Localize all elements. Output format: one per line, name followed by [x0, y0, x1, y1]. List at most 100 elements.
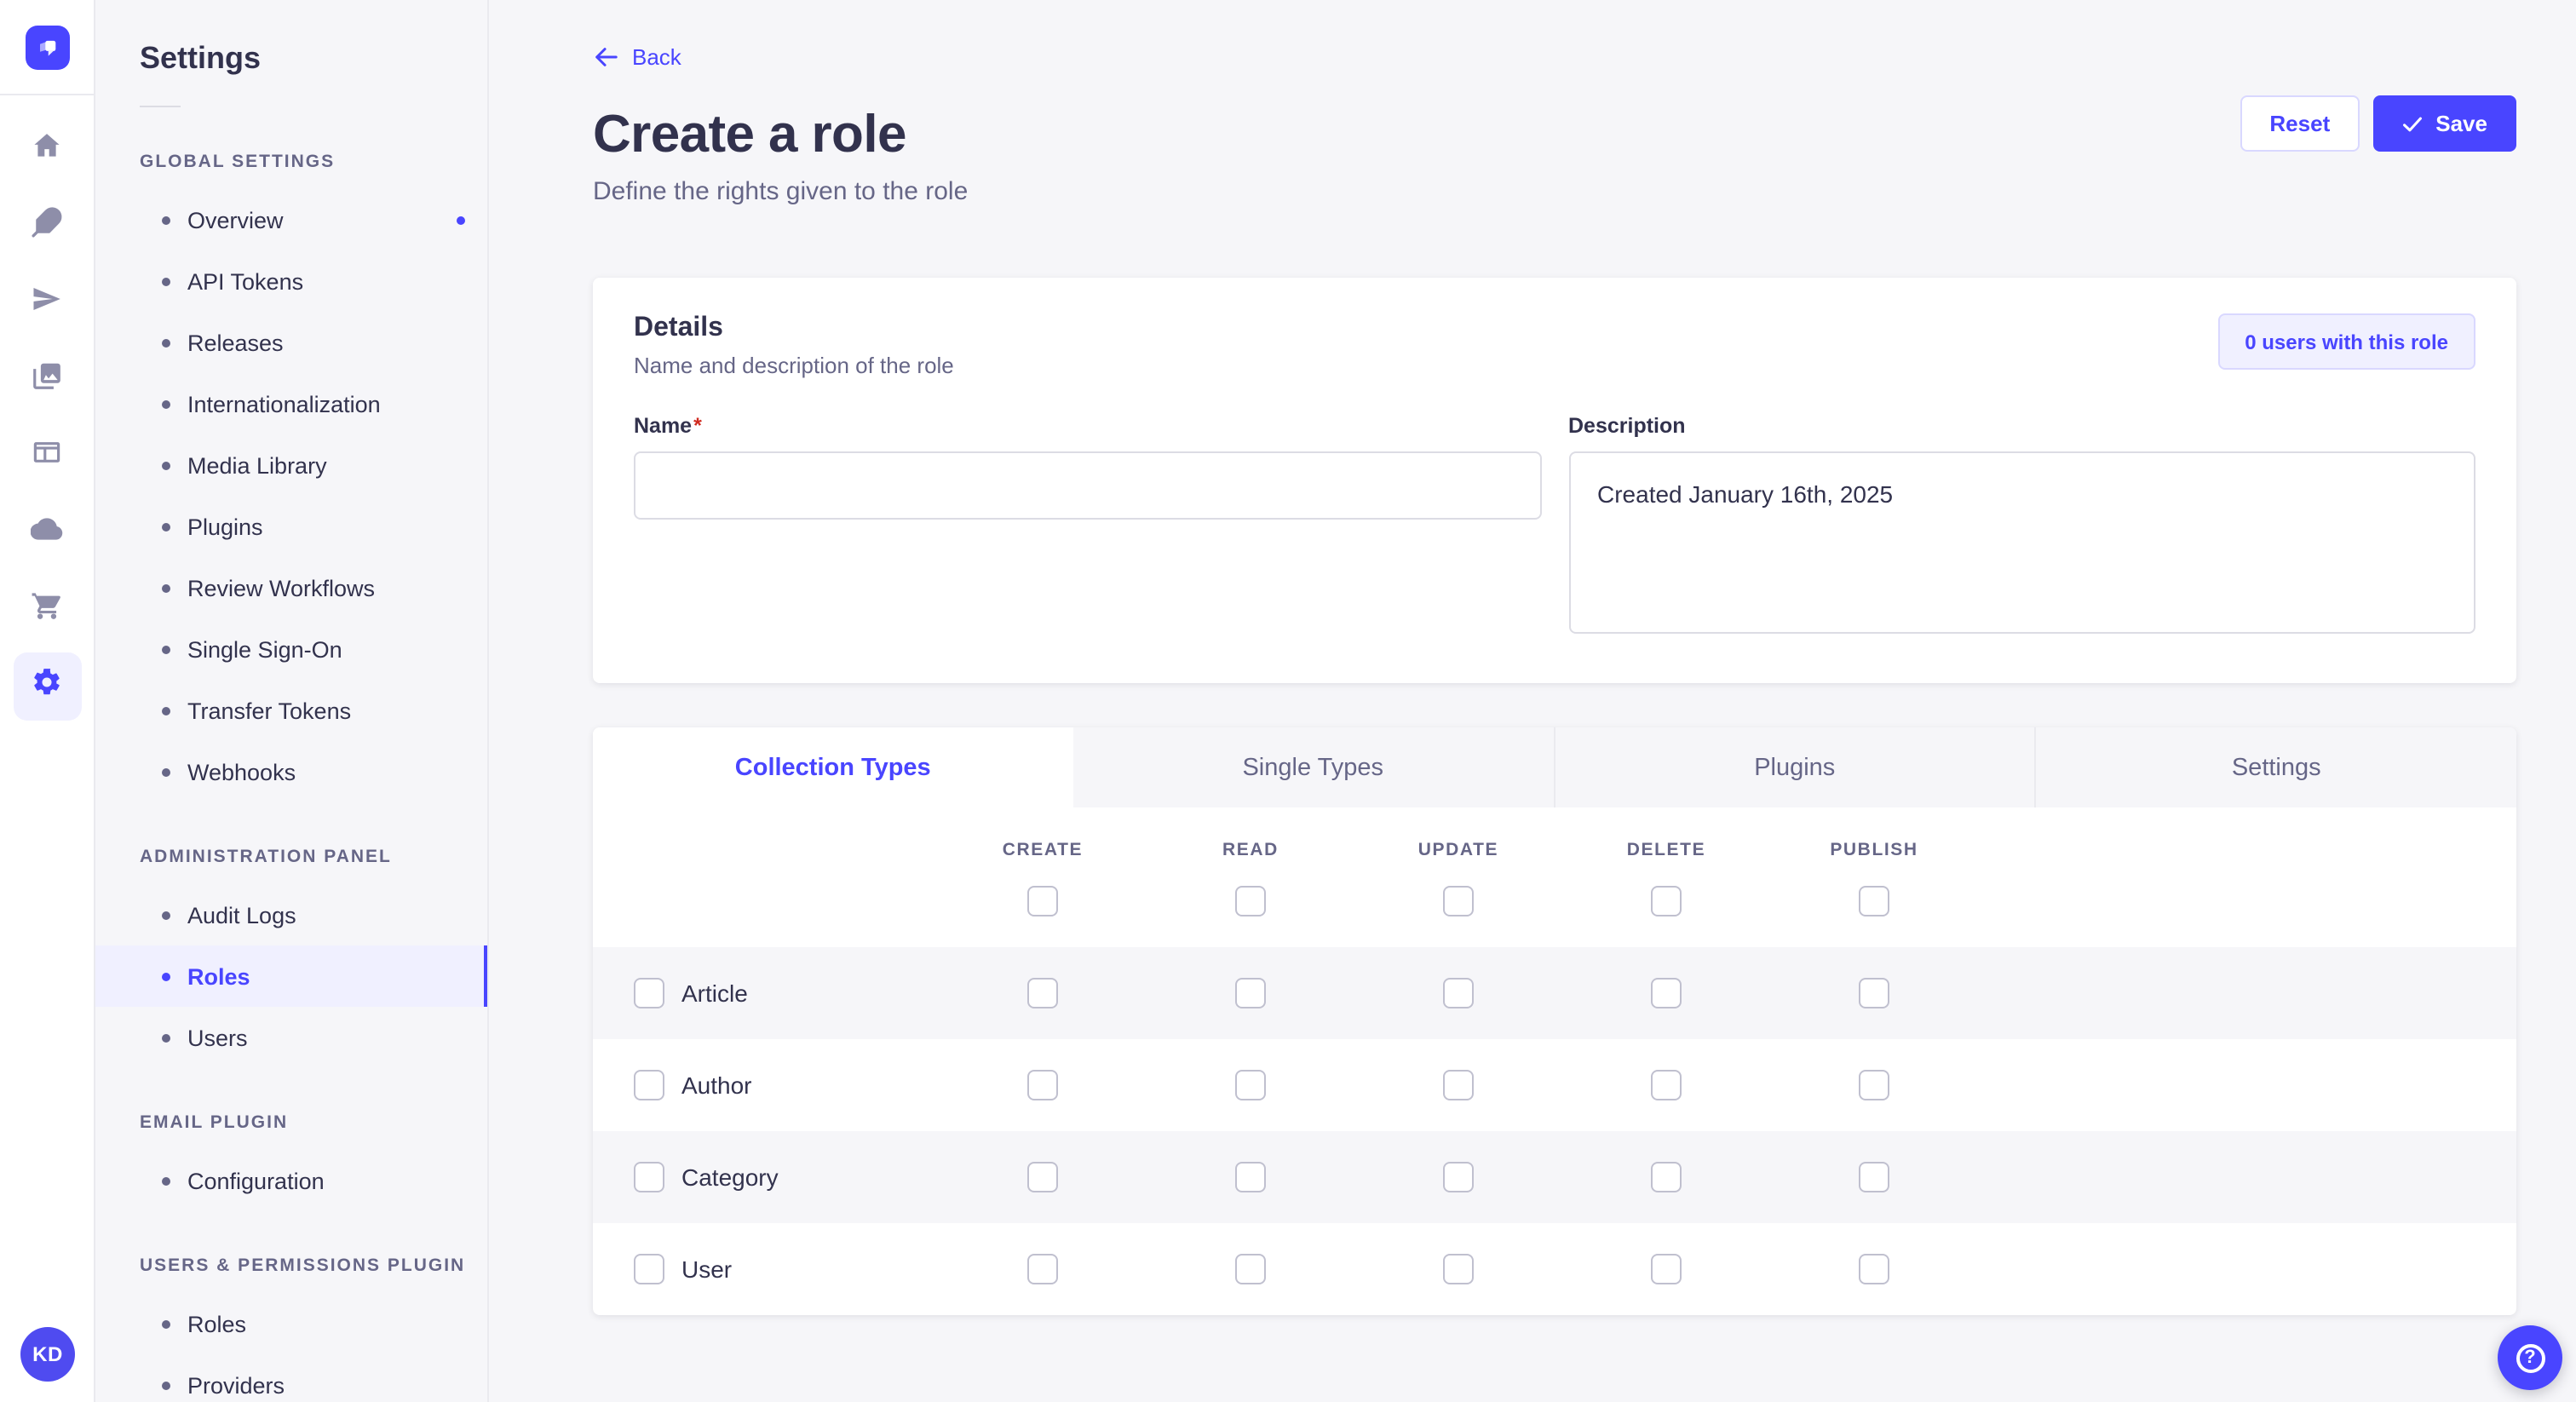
checkbox-select-all-publish[interactable]	[1859, 886, 1889, 916]
tab-collection-types[interactable]: Collection Types	[593, 727, 1073, 807]
checkbox-select-all-delete[interactable]	[1651, 886, 1682, 916]
checkbox-category-update[interactable]	[1443, 1162, 1474, 1192]
sidebar-item-api-tokens[interactable]: API Tokens	[95, 250, 487, 312]
checkbox-user-create[interactable]	[1027, 1254, 1058, 1284]
section-label: GLOBAL SETTINGS	[140, 152, 487, 172]
checkbox-author-update[interactable]	[1443, 1070, 1474, 1100]
checkbox-author-publish[interactable]	[1859, 1070, 1889, 1100]
rail-home-button[interactable]	[13, 116, 81, 184]
bullet-icon	[162, 338, 170, 347]
checkbox-select-category[interactable]	[634, 1162, 664, 1192]
sidebar-item-roles[interactable]: Roles	[95, 1293, 487, 1354]
users-with-role-badge[interactable]: 0 users with this role	[2217, 313, 2475, 370]
sidebar-item-users[interactable]: Users	[95, 1007, 487, 1068]
permissions-tablist: Collection TypesSingle TypesPluginsSetti…	[593, 727, 2516, 807]
checkbox-article-delete[interactable]	[1651, 978, 1682, 1008]
checkbox-select-all-create[interactable]	[1027, 886, 1058, 916]
name-input[interactable]	[634, 451, 1541, 520]
table-row-user: User	[593, 1223, 2516, 1315]
section-label: ADMINISTRATION PANEL	[140, 847, 487, 867]
row-label: User	[681, 1255, 732, 1283]
sidebar-item-releases[interactable]: Releases	[95, 312, 487, 373]
sidebar-item-configuration[interactable]: Configuration	[95, 1150, 487, 1211]
rail-media-library-button[interactable]	[13, 346, 81, 414]
sidebar-item-single-sign-on[interactable]: Single Sign-On	[95, 618, 487, 680]
sidebar-item-review-workflows[interactable]: Review Workflows	[95, 557, 487, 618]
checkbox-article-publish[interactable]	[1859, 978, 1889, 1008]
sidebar-item-roles[interactable]: Roles	[95, 945, 487, 1007]
reset-button[interactable]: Reset	[2240, 95, 2359, 152]
sidebar-item-media-library[interactable]: Media Library	[95, 434, 487, 496]
media-library-icon	[31, 359, 63, 400]
description-textarea[interactable]: Created January 16th, 2025	[1568, 451, 2475, 634]
bullet-icon	[162, 399, 170, 408]
question-mark-icon: ?	[2516, 1343, 2544, 1372]
sidebar-item-providers[interactable]: Providers	[95, 1354, 487, 1402]
sidebar-item-overview[interactable]: Overview	[95, 189, 487, 250]
subnav-section-global-settings: GLOBAL SETTINGS Overview API Tokens Release…	[95, 152, 487, 802]
rail-layout-button[interactable]	[13, 422, 81, 491]
checkbox-author-delete[interactable]	[1651, 1070, 1682, 1100]
checkbox-user-update[interactable]	[1443, 1254, 1474, 1284]
bullet-icon	[162, 767, 170, 776]
checkbox-category-publish[interactable]	[1859, 1162, 1889, 1192]
help-button[interactable]: ?	[2498, 1325, 2562, 1390]
subnav-section-users-permissions-plugin: USERS & PERMISSIONS PLUGINRolesProviders	[95, 1255, 487, 1402]
sidebar-item-label: Transfer Tokens	[187, 698, 351, 723]
checkbox-select-author[interactable]	[634, 1070, 664, 1100]
checkbox-select-user[interactable]	[634, 1254, 664, 1284]
back-link[interactable]: Back	[593, 44, 681, 70]
strapi-logo[interactable]	[25, 25, 69, 69]
bullet-icon	[162, 645, 170, 653]
sidebar-item-webhooks[interactable]: Webhooks	[95, 741, 487, 802]
save-button[interactable]: Save	[2372, 95, 2516, 152]
checkbox-select-all-update[interactable]	[1443, 886, 1474, 916]
column-header-create: CREATE	[1003, 840, 1083, 860]
checkbox-author-read[interactable]	[1235, 1070, 1266, 1100]
checkbox-user-read[interactable]	[1235, 1254, 1266, 1284]
sidebar-item-transfer-tokens[interactable]: Transfer Tokens	[95, 680, 487, 741]
sidebar-item-label: Configuration	[187, 1168, 325, 1193]
row-label: Article	[681, 980, 748, 1007]
column-header-update: UPDATE	[1418, 840, 1498, 860]
checkbox-article-create[interactable]	[1027, 978, 1058, 1008]
checkbox-category-delete[interactable]	[1651, 1162, 1682, 1192]
checkbox-author-create[interactable]	[1027, 1070, 1058, 1100]
bullet-icon	[162, 706, 170, 715]
checkbox-article-update[interactable]	[1443, 978, 1474, 1008]
tab-single-types[interactable]: Single Types	[1073, 727, 1554, 807]
checkbox-select-article[interactable]	[634, 978, 664, 1008]
sidebar-item-internationalization[interactable]: Internationalization	[95, 373, 487, 434]
bullet-icon	[162, 911, 170, 919]
checkbox-article-read[interactable]	[1235, 978, 1266, 1008]
sidebar-item-label: Roles	[187, 963, 250, 989]
checkbox-user-publish[interactable]	[1859, 1254, 1889, 1284]
bullet-icon	[162, 972, 170, 980]
checkbox-user-delete[interactable]	[1651, 1254, 1682, 1284]
sidebar-item-label: Overview	[187, 207, 284, 233]
sidebar-item-plugins[interactable]: Plugins	[95, 496, 487, 557]
checkbox-select-all-read[interactable]	[1235, 886, 1266, 916]
sidebar-item-label: Internationalization	[187, 391, 381, 417]
main-content: Back Create a role Define the rights giv…	[489, 0, 2576, 1402]
sidebar-item-label: API Tokens	[187, 268, 303, 294]
rail-feather-button[interactable]	[13, 192, 81, 261]
checkbox-category-create[interactable]	[1027, 1162, 1058, 1192]
table-row-category: Category	[593, 1131, 2516, 1223]
check-icon	[2401, 113, 2422, 134]
tab-plugins[interactable]: Plugins	[1553, 727, 2035, 807]
tab-settings[interactable]: Settings	[2035, 727, 2517, 807]
arrow-left-icon	[593, 44, 618, 70]
checkbox-category-read[interactable]	[1235, 1162, 1266, 1192]
name-field-group: Name*	[634, 414, 1541, 520]
rail-cloud-button[interactable]	[13, 499, 81, 567]
rail-cart-button[interactable]	[13, 576, 81, 644]
section-label: EMAIL PLUGIN	[140, 1112, 487, 1133]
sidebar-item-audit-logs[interactable]: Audit Logs	[95, 884, 487, 945]
rail-paper-plane-button[interactable]	[13, 269, 81, 337]
sidebar-item-label: Releases	[187, 330, 284, 355]
sidebar-item-label: Audit Logs	[187, 902, 296, 928]
column-header-delete: DELETE	[1627, 840, 1705, 860]
rail-gear-button[interactable]	[13, 652, 81, 721]
avatar[interactable]: KD	[20, 1327, 75, 1382]
